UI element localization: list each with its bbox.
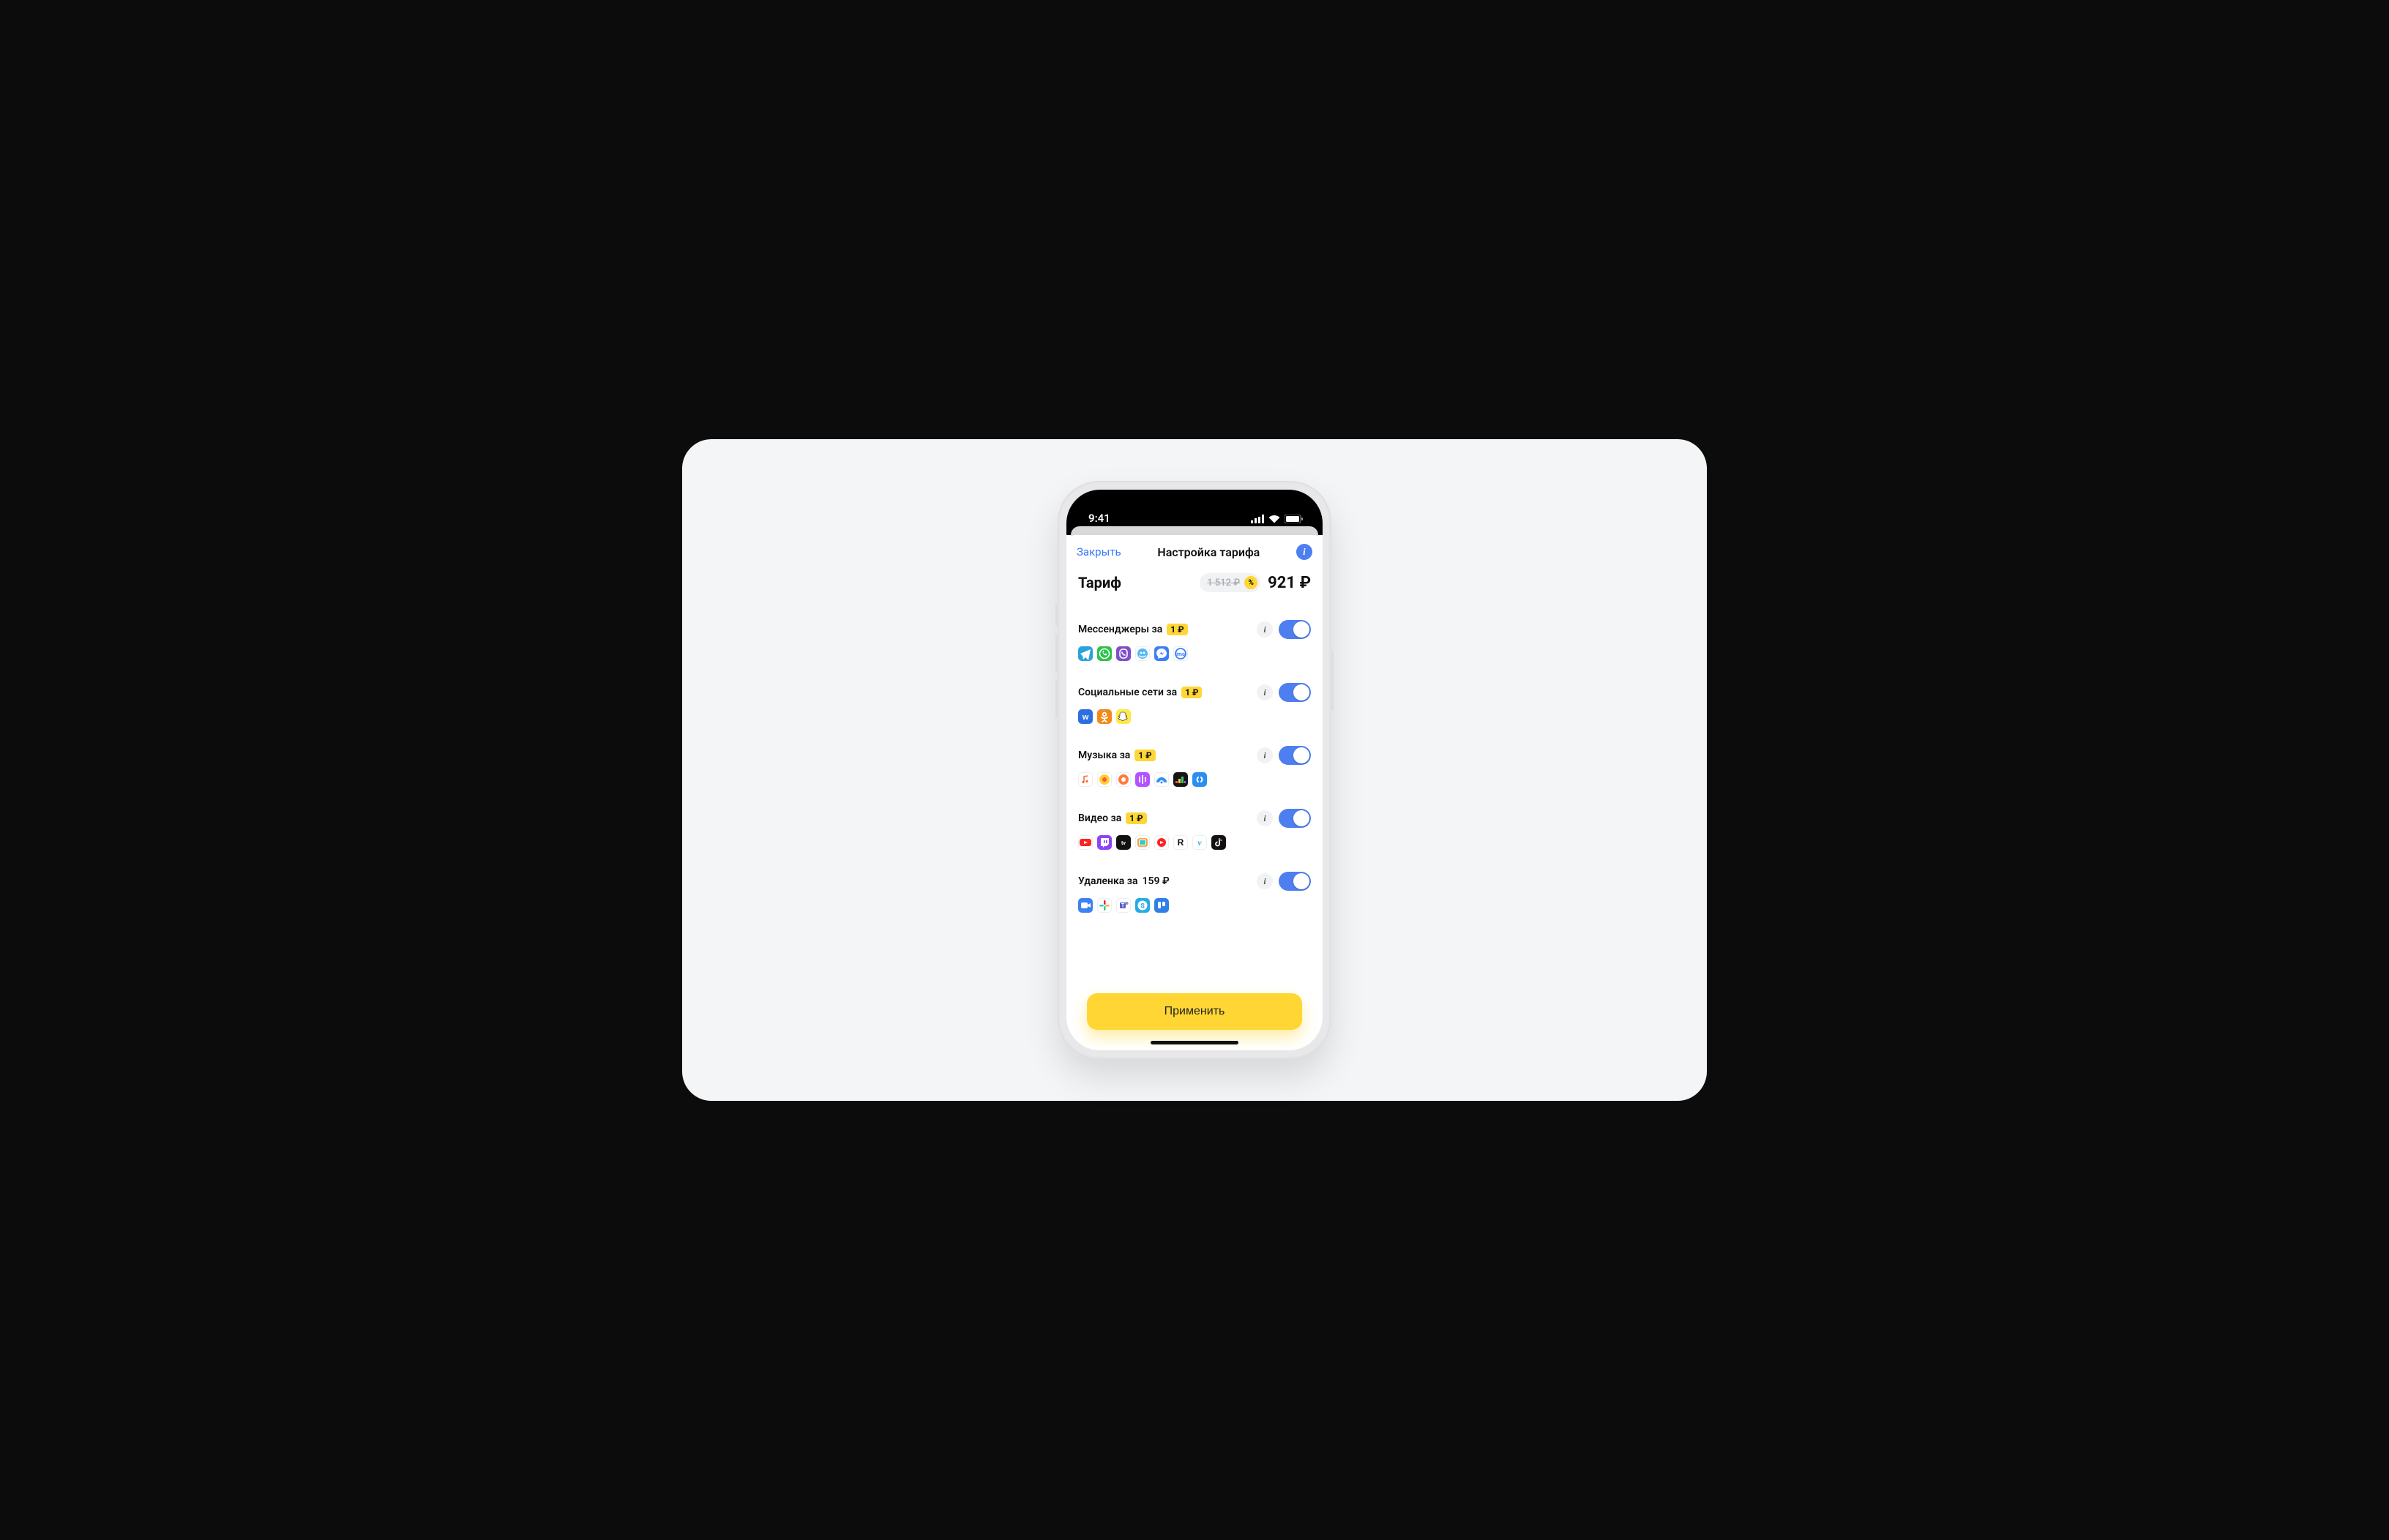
option-app-icons [1078, 709, 1311, 724]
viber-icon [1116, 646, 1131, 661]
podcast-icon [1154, 772, 1169, 787]
teams-icon [1116, 898, 1131, 913]
tiktok-icon [1211, 835, 1226, 850]
background-card-hint [1066, 528, 1323, 535]
option-app-icons [1078, 772, 1311, 787]
slack-icon [1097, 898, 1112, 913]
shazam-icon [1192, 772, 1207, 787]
option-row: Видео за1 ₽ i [1078, 799, 1311, 861]
apple-music-icon [1078, 772, 1093, 787]
ok-icon [1097, 709, 1112, 724]
option-toggle[interactable] [1279, 809, 1311, 828]
nav-bar: Закрыть Настройка тарифа i [1066, 535, 1323, 567]
vk-icon [1078, 709, 1093, 724]
option-row: Социальные сети за1 ₽ i [1078, 673, 1311, 736]
kinopoisk-icon [1135, 835, 1150, 850]
tamtam-icon [1135, 646, 1150, 661]
rutube-icon [1173, 835, 1188, 850]
option-app-icons [1078, 835, 1311, 850]
status-time: 9:41 [1088, 512, 1110, 526]
option-price-badge: 1 ₽ [1126, 812, 1146, 824]
option-title: Удаленка за 159 ₽ [1078, 875, 1170, 887]
whatsapp-icon [1097, 646, 1112, 661]
option-info-icon[interactable]: i [1257, 810, 1273, 826]
current-price: 921 ₽ [1268, 574, 1311, 592]
cellular-icon [1251, 515, 1264, 523]
messenger-icon [1154, 646, 1169, 661]
option-info-icon[interactable]: i [1257, 747, 1273, 763]
option-row: Удаленка за 159 ₽ i [1078, 861, 1311, 924]
option-title: Видео за1 ₽ [1078, 812, 1147, 824]
phone-frame: 9:41 Закрыть Настройка тарифа i Тариф [1058, 481, 1331, 1059]
canvas: 9:41 Закрыть Настройка тарифа i Тариф [682, 439, 1707, 1101]
option-row: Музыка за1 ₽ i [1078, 736, 1311, 799]
apply-button[interactable]: Применить [1087, 993, 1302, 1030]
info-icon[interactable]: i [1296, 544, 1312, 560]
close-button[interactable]: Закрыть [1077, 545, 1121, 558]
option-title: Социальные сети за1 ₽ [1078, 687, 1202, 698]
deezer-icon [1173, 772, 1188, 787]
option-toggle[interactable] [1279, 683, 1311, 702]
option-row: Мессенджеры за1 ₽ i [1078, 610, 1311, 673]
option-info-icon[interactable]: i [1257, 621, 1273, 638]
yt-shorts-icon [1154, 835, 1169, 850]
percent-icon: % [1244, 576, 1257, 589]
screen: 9:41 Закрыть Настройка тарифа i Тариф [1066, 490, 1323, 1050]
battery-icon [1285, 515, 1304, 523]
tariff-label: Тариф [1078, 574, 1121, 591]
imo-icon [1173, 646, 1188, 661]
tariff-summary: Тариф 1 512 ₽ % 921 ₽ [1066, 567, 1323, 605]
twitch-icon [1097, 835, 1112, 850]
zvuk-icon [1135, 772, 1150, 787]
status-indicators [1251, 515, 1304, 526]
option-toggle[interactable] [1279, 872, 1311, 891]
option-app-icons [1078, 898, 1311, 913]
page-title: Настройка тарифа [1157, 545, 1260, 559]
option-title: Музыка за1 ₽ [1078, 750, 1156, 761]
option-title: Мессенджеры за1 ₽ [1078, 624, 1188, 635]
telegram-icon [1078, 646, 1093, 661]
sheet: Закрыть Настройка тарифа i Тариф 1 512 ₽… [1066, 535, 1323, 1050]
yandex-music-icon [1097, 772, 1112, 787]
discount-pill: 1 512 ₽ % [1200, 573, 1260, 592]
option-price-badge: 1 ₽ [1181, 687, 1202, 698]
option-app-icons [1078, 646, 1311, 661]
option-price-badge: 1 ₽ [1167, 624, 1187, 635]
options-list: Мессенджеры за1 ₽ i Социальные сети за1 ₽ i… [1066, 605, 1323, 984]
zoom-icon [1078, 898, 1093, 913]
option-price: 159 ₽ [1143, 875, 1170, 887]
old-price: 1 512 ₽ [1207, 578, 1240, 588]
trello-icon [1154, 898, 1169, 913]
option-info-icon[interactable]: i [1257, 684, 1273, 700]
apple-tv-icon [1116, 835, 1131, 850]
skype-icon [1135, 898, 1150, 913]
youtube-icon [1078, 835, 1093, 850]
home-indicator[interactable] [1151, 1041, 1238, 1044]
option-info-icon[interactable]: i [1257, 873, 1273, 889]
option-toggle[interactable] [1279, 746, 1311, 765]
boom-icon [1116, 772, 1131, 787]
status-bar: 9:41 [1066, 490, 1323, 528]
option-price-badge: 1 ₽ [1134, 750, 1155, 761]
option-toggle[interactable] [1279, 620, 1311, 639]
snapchat-icon [1116, 709, 1131, 724]
vimeo-icon [1192, 835, 1207, 850]
wifi-icon [1268, 515, 1280, 523]
